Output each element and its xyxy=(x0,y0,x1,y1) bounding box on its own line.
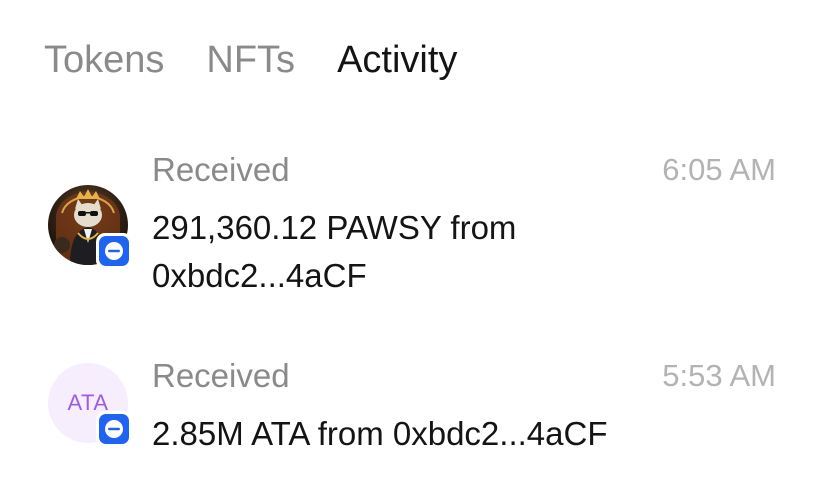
base-chain-icon xyxy=(99,236,129,266)
base-chain-icon xyxy=(99,414,129,444)
tab-activity[interactable]: Activity xyxy=(337,38,457,82)
chain-badge xyxy=(96,233,132,269)
activity-time: 5:53 AM xyxy=(662,358,776,393)
token-avatar xyxy=(48,185,132,269)
token-avatar: ATA xyxy=(48,363,132,447)
activity-item-ata[interactable]: ATA Received 5:53 AM 2.85M ATA from 0xbd… xyxy=(0,356,828,466)
activity-time: 6:05 AM xyxy=(662,152,776,187)
chain-badge xyxy=(96,411,132,447)
tab-tokens[interactable]: Tokens xyxy=(44,38,164,82)
activity-description: 2.85M ATA from 0xbdc2...4aCF xyxy=(152,415,608,452)
activity-title: Received xyxy=(152,357,290,394)
tab-bar: Tokens NFTs Activity xyxy=(44,38,457,82)
activity-description: 291,360.12 PAWSY from 0xbdc2...4aCF xyxy=(152,209,517,294)
tab-nfts[interactable]: NFTs xyxy=(206,38,295,82)
activity-item-pawsy[interactable]: Received 6:05 AM 291,360.12 PAWSY from 0… xyxy=(0,150,828,310)
activity-title: Received xyxy=(152,151,290,188)
